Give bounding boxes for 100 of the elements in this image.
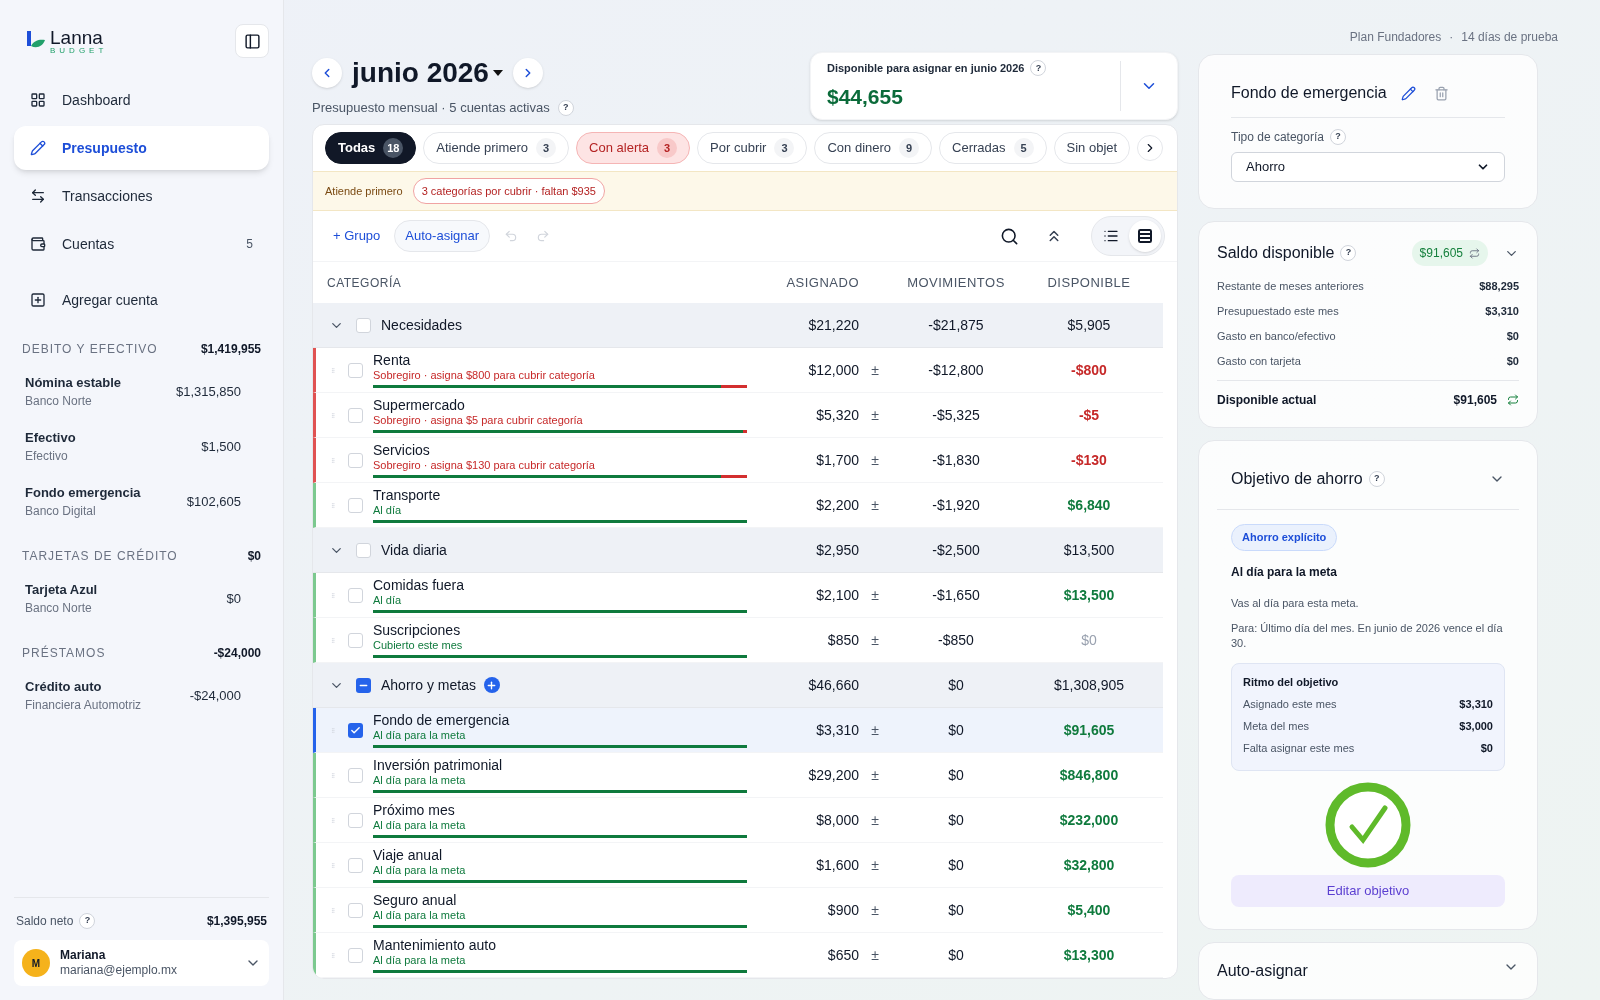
checkbox[interactable] <box>348 497 363 513</box>
table-cell-text: $0 <box>947 720 965 740</box>
add-category-button[interactable] <box>483 677 500 693</box>
adjust-button[interactable]: ± <box>859 899 891 921</box>
user-menu[interactable]: M Mariana mariana@ejemplo.mx <box>14 940 269 986</box>
account-item[interactable]: Crédito auto Financiera Automotriz -$24,000 <box>14 668 269 723</box>
table-cell-text: $13,300 <box>1062 945 1116 965</box>
checkbox[interactable] <box>348 812 363 828</box>
help-icon[interactable]: ? <box>1340 245 1357 261</box>
caret-icon <box>492 70 503 76</box>
table-cell-text: -$12,800 <box>927 360 985 380</box>
category-row[interactable]: Seguro anual Al día para la meta $900 ± $0 $5,400 <box>313 888 1163 933</box>
category-type-select[interactable]: Ahorro <box>1231 152 1505 182</box>
previous-month-button[interactable] <box>312 58 342 88</box>
month-selector[interactable]: junio 2026 <box>352 52 503 94</box>
help-icon[interactable]: ? <box>1030 60 1047 77</box>
adjust-button[interactable]: ± <box>859 944 891 966</box>
filter-tab[interactable]: Todas 18 <box>325 132 417 164</box>
category-row[interactable]: Comidas fuera Al día $2,100 ± -$1,650 $13,500 <box>313 573 1163 618</box>
checkbox[interactable] <box>348 452 363 468</box>
checkbox[interactable] <box>348 947 363 963</box>
adjust-button[interactable]: ± <box>859 494 891 516</box>
group-row[interactable]: Ahorro y metas $46,660 $0 $1,308,905 <box>313 663 1163 708</box>
nav-item[interactable]: Presupuesto <box>14 126 269 170</box>
checkbox[interactable] <box>348 857 363 873</box>
adjust-button[interactable]: ± <box>859 449 891 471</box>
category-row[interactable]: Mantenimiento auto Al día para la meta $650 ± $0 $13,300 <box>313 933 1163 978</box>
adjust-button[interactable]: ± <box>859 359 891 381</box>
adjust-button[interactable]: ± <box>859 629 891 651</box>
filter-tab[interactable]: Cerradas 5 <box>939 132 1047 164</box>
category-row[interactable]: Viaje anual Al día para la meta $1,600 ± $0 $32,800 <box>313 843 1163 888</box>
adjust-button[interactable]: ± <box>859 854 891 876</box>
adjust-button[interactable]: ± <box>859 584 891 606</box>
pencil-icon <box>30 140 46 156</box>
filter-tab[interactable]: Sin objet <box>1053 132 1131 164</box>
nav-item[interactable]: Cuentas 5 <box>14 222 269 266</box>
adjust-button[interactable]: ± <box>859 404 891 426</box>
delete-icon[interactable] <box>1433 85 1449 101</box>
category-row[interactable]: Suscripciones Cubierto este mes $850 ± -$850 $0 <box>313 618 1163 663</box>
count-badge: 3 <box>774 138 795 158</box>
scroll-right-button[interactable] <box>1137 135 1164 161</box>
table-cell-text: $2,950 <box>815 540 860 560</box>
checkbox[interactable] <box>348 722 363 738</box>
help-icon[interactable]: ? <box>79 913 96 929</box>
nav-item[interactable]: Dashboard <box>14 78 269 122</box>
auto-assign-button[interactable]: Auto-asignar <box>394 220 491 252</box>
alert-badge[interactable]: 3 categorías por cubrir · faltan $935 <box>412 177 605 205</box>
next-month-button[interactable] <box>512 58 543 88</box>
undo-icon[interactable] <box>504 229 519 243</box>
table-cell-text: $5,905 <box>1066 315 1112 335</box>
sidebar-toggle-button[interactable] <box>235 24 269 58</box>
category-row[interactable]: Fondo de emergencia Al día para la meta $3,310 ± $0 $91,605 <box>313 708 1163 753</box>
help-icon[interactable]: ? <box>1329 129 1346 145</box>
view-button[interactable] <box>1129 220 1161 252</box>
checkbox[interactable] <box>356 317 371 333</box>
group-row[interactable]: Vida diaria $2,950 -$2,500 $13,500 <box>313 528 1163 573</box>
account-group-total: $1,419,955 <box>200 341 261 358</box>
count-badge: 5 <box>1013 138 1034 158</box>
checkbox[interactable] <box>348 587 363 603</box>
category-row[interactable]: Próximo mes Al día para la meta $8,000 ± $0 $232,000 <box>313 798 1163 843</box>
account-item[interactable]: Efectivo Efectivo $1,500 <box>14 419 269 474</box>
checkbox[interactable] <box>348 902 363 918</box>
category-row[interactable]: Supermercado Sobregiro · asigna $5 para cubrir categoría $5,320 ± -$5,325 -$5 <box>313 393 1163 438</box>
redo-icon[interactable] <box>536 229 551 243</box>
checkbox[interactable] <box>348 407 363 423</box>
group-row[interactable]: Necesidades $21,220 -$21,875 $5,905 <box>313 303 1163 348</box>
checkbox[interactable] <box>356 677 371 693</box>
account-item[interactable]: Tarjeta Azul Banco Norte $0 <box>14 571 269 626</box>
nav-item[interactable]: Transacciones <box>14 174 269 218</box>
filter-tab[interactable]: Con alerta 3 <box>576 132 691 164</box>
edit-icon[interactable] <box>1400 85 1416 101</box>
filter-tab[interactable]: Con dinero 9 <box>814 132 933 164</box>
checkbox[interactable] <box>348 767 363 783</box>
filter-tab[interactable]: Por cubrir 3 <box>697 132 808 164</box>
balance-value: $3,310 <box>1485 304 1519 320</box>
account-item[interactable]: Fondo emergencia Banco Digital $102,605 <box>14 474 269 529</box>
adjust-button[interactable]: ± <box>859 719 891 741</box>
checkbox[interactable] <box>348 632 363 648</box>
add-group-button[interactable]: + Grupo <box>325 220 389 252</box>
balance-value: $0 <box>1506 329 1519 345</box>
category-row[interactable]: Renta Sobregiro · asigna $800 para cubrir categoría $12,000 ± -$12,800 -$800 <box>313 348 1163 393</box>
alert-label: Atiende primero <box>325 183 403 199</box>
adjust-button[interactable]: ± <box>859 764 891 786</box>
search-icon[interactable] <box>1000 226 1019 246</box>
help-icon[interactable]: ? <box>557 99 574 116</box>
adjust-button[interactable]: ± <box>859 809 891 831</box>
group-name: Necesidades <box>381 315 462 335</box>
category-row[interactable]: Inversión patrimonial Al día para la meta $29,200 ± $0 $846,800 <box>313 753 1163 798</box>
checkbox[interactable] <box>356 542 371 558</box>
filter-tab[interactable]: Atiende primero 3 <box>423 132 570 164</box>
help-icon[interactable]: ? <box>1368 471 1385 487</box>
account-item[interactable]: Nómina estable Banco Norte $1,315,850 <box>14 364 269 419</box>
transfer-icon[interactable] <box>1507 394 1519 406</box>
table-cell-text: $846,800 <box>1058 765 1120 785</box>
category-row[interactable]: Servicios Sobregiro · asigna $130 para cubrir categoría $1,700 ± -$1,830 -$130 <box>313 438 1163 483</box>
checkbox[interactable] <box>348 362 363 378</box>
edit-goal-button[interactable]: Editar objetivo <box>1231 874 1505 907</box>
column-header: DISPONIBLE <box>1046 273 1132 292</box>
category-row[interactable]: Transporte Al día $2,200 ± -$1,920 $6,840 <box>313 483 1163 528</box>
add-account-link[interactable]: Agregar cuenta <box>14 278 269 322</box>
